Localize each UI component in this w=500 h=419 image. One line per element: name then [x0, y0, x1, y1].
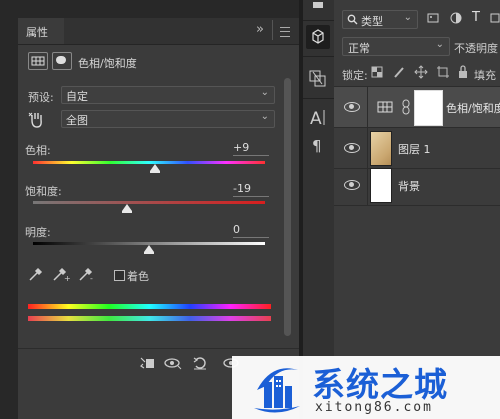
- layer-mask-thumbnail[interactable]: [414, 90, 443, 126]
- layer-row[interactable]: 图层 1: [334, 128, 500, 169]
- svg-text:-: -: [90, 274, 93, 282]
- chevron-down-icon: ⌄: [403, 12, 412, 23]
- filter-kind-select[interactable]: 类型 ⌄: [342, 10, 418, 29]
- saturation-slider-thumb[interactable]: [121, 204, 132, 213]
- eyedropper-add-icon[interactable]: +: [52, 266, 71, 283]
- tab-properties[interactable]: 属性: [18, 18, 64, 44]
- dock-divider: [303, 98, 334, 99]
- lock-label: 锁定:: [342, 69, 368, 82]
- saturation-label: 饱和度:: [25, 185, 62, 198]
- view-previous-state-icon[interactable]: [164, 356, 182, 370]
- dock-divider: [303, 56, 334, 57]
- layer-thumbnail: [370, 168, 392, 203]
- layer-name: 图层 1: [398, 143, 431, 156]
- hue-saturation-adjustment-icon[interactable]: [28, 52, 48, 70]
- footer-divider: [18, 348, 299, 349]
- saturation-slider-track[interactable]: [33, 201, 265, 204]
- input-color-bar: [28, 304, 271, 309]
- hue-value-field[interactable]: +9: [233, 141, 269, 156]
- paths-icon[interactable]: [306, 66, 330, 90]
- output-color-bar: [28, 316, 271, 321]
- layer-thumbnail: [370, 131, 392, 166]
- layer-mask-icon[interactable]: [52, 52, 72, 70]
- lock-all-icon[interactable]: [458, 65, 468, 79]
- eye-icon[interactable]: [344, 102, 360, 112]
- filter-adjustment-icon[interactable]: [450, 12, 462, 24]
- channel-select[interactable]: 全图 ⌄: [61, 110, 275, 128]
- lightness-value-field[interactable]: 0: [233, 223, 269, 238]
- reset-icon[interactable]: [192, 355, 208, 371]
- preset-select[interactable]: 自定 ⌄: [61, 86, 275, 104]
- filter-pixel-icon[interactable]: [427, 12, 439, 24]
- lightness-slider-thumb[interactable]: [144, 245, 154, 254]
- preset-label: 预设:: [28, 91, 54, 104]
- search-icon: [347, 14, 358, 25]
- layer-row[interactable]: 背景: [334, 165, 500, 206]
- filter-kind-value: 类型: [361, 15, 383, 28]
- preset-value: 自定: [66, 90, 88, 103]
- dock-divider: [303, 20, 334, 21]
- svg-text:+: +: [64, 274, 70, 282]
- colorize-checkbox[interactable]: [114, 270, 125, 281]
- channel-value: 全图: [66, 114, 88, 127]
- panel-menu-icon[interactable]: [280, 27, 290, 37]
- chevron-down-icon: ⌄: [435, 39, 444, 50]
- hue-label: 色相:: [25, 144, 51, 157]
- filter-type-icon[interactable]: T: [472, 10, 480, 25]
- blend-mode-value: 正常: [348, 42, 370, 55]
- tabbar-divider: [272, 20, 273, 40]
- hue-slider-thumb[interactable]: [149, 164, 160, 173]
- chevron-down-icon: ⌄: [260, 87, 269, 98]
- opacity-label: 不透明度: [454, 42, 498, 55]
- eyedropper-subtract-icon[interactable]: -: [78, 266, 96, 283]
- 3d-cube-icon[interactable]: [306, 25, 330, 49]
- layer-name: 背景: [398, 180, 420, 193]
- svg-text:A: A: [310, 109, 322, 129]
- blend-mode-select[interactable]: 正常 ⌄: [342, 37, 450, 56]
- city-logo-icon: [252, 360, 302, 416]
- properties-scrollbar[interactable]: [284, 78, 291, 336]
- saturation-value-field[interactable]: -19: [233, 182, 269, 197]
- layer-row[interactable]: 色相/饱和度: [334, 87, 500, 128]
- properties-tab-bar: 属性 »: [18, 18, 299, 45]
- layer-name: 色相/饱和度: [446, 102, 500, 115]
- colorize-label: 着色: [127, 270, 149, 283]
- collapse-icon[interactable]: »: [256, 22, 264, 37]
- eye-icon[interactable]: [344, 143, 360, 153]
- link-icon[interactable]: [402, 99, 410, 115]
- paragraph-icon[interactable]: ¶: [306, 133, 330, 157]
- clip-to-layer-icon[interactable]: [139, 356, 155, 370]
- watermark: 系统之城 xitong86.com: [232, 356, 500, 419]
- dock-top-icon[interactable]: [313, 0, 323, 8]
- filter-shape-icon[interactable]: [490, 12, 500, 24]
- lock-pixels-icon[interactable]: [393, 66, 405, 78]
- eyedropper-icon[interactable]: [28, 266, 44, 282]
- targeted-adjustment-hand-icon[interactable]: [28, 111, 46, 129]
- lock-artboard-icon[interactable]: [436, 65, 450, 79]
- hue-saturation-adjustment-icon: [376, 99, 394, 115]
- lock-position-icon[interactable]: [414, 65, 428, 79]
- lightness-label: 明度:: [25, 226, 51, 239]
- properties-title: 属性: [26, 26, 48, 39]
- watermark-title: 系统之城: [312, 365, 448, 404]
- lock-transparency-icon[interactable]: [371, 66, 383, 78]
- eye-icon[interactable]: [344, 180, 360, 190]
- watermark-url: xitong86.com: [315, 400, 433, 415]
- character-icon[interactable]: A: [306, 106, 330, 130]
- adjustment-name: 色相/饱和度: [78, 57, 137, 70]
- fill-label: 填充: [474, 69, 496, 82]
- svg-text:¶: ¶: [312, 137, 322, 155]
- chevron-down-icon: ⌄: [260, 111, 269, 122]
